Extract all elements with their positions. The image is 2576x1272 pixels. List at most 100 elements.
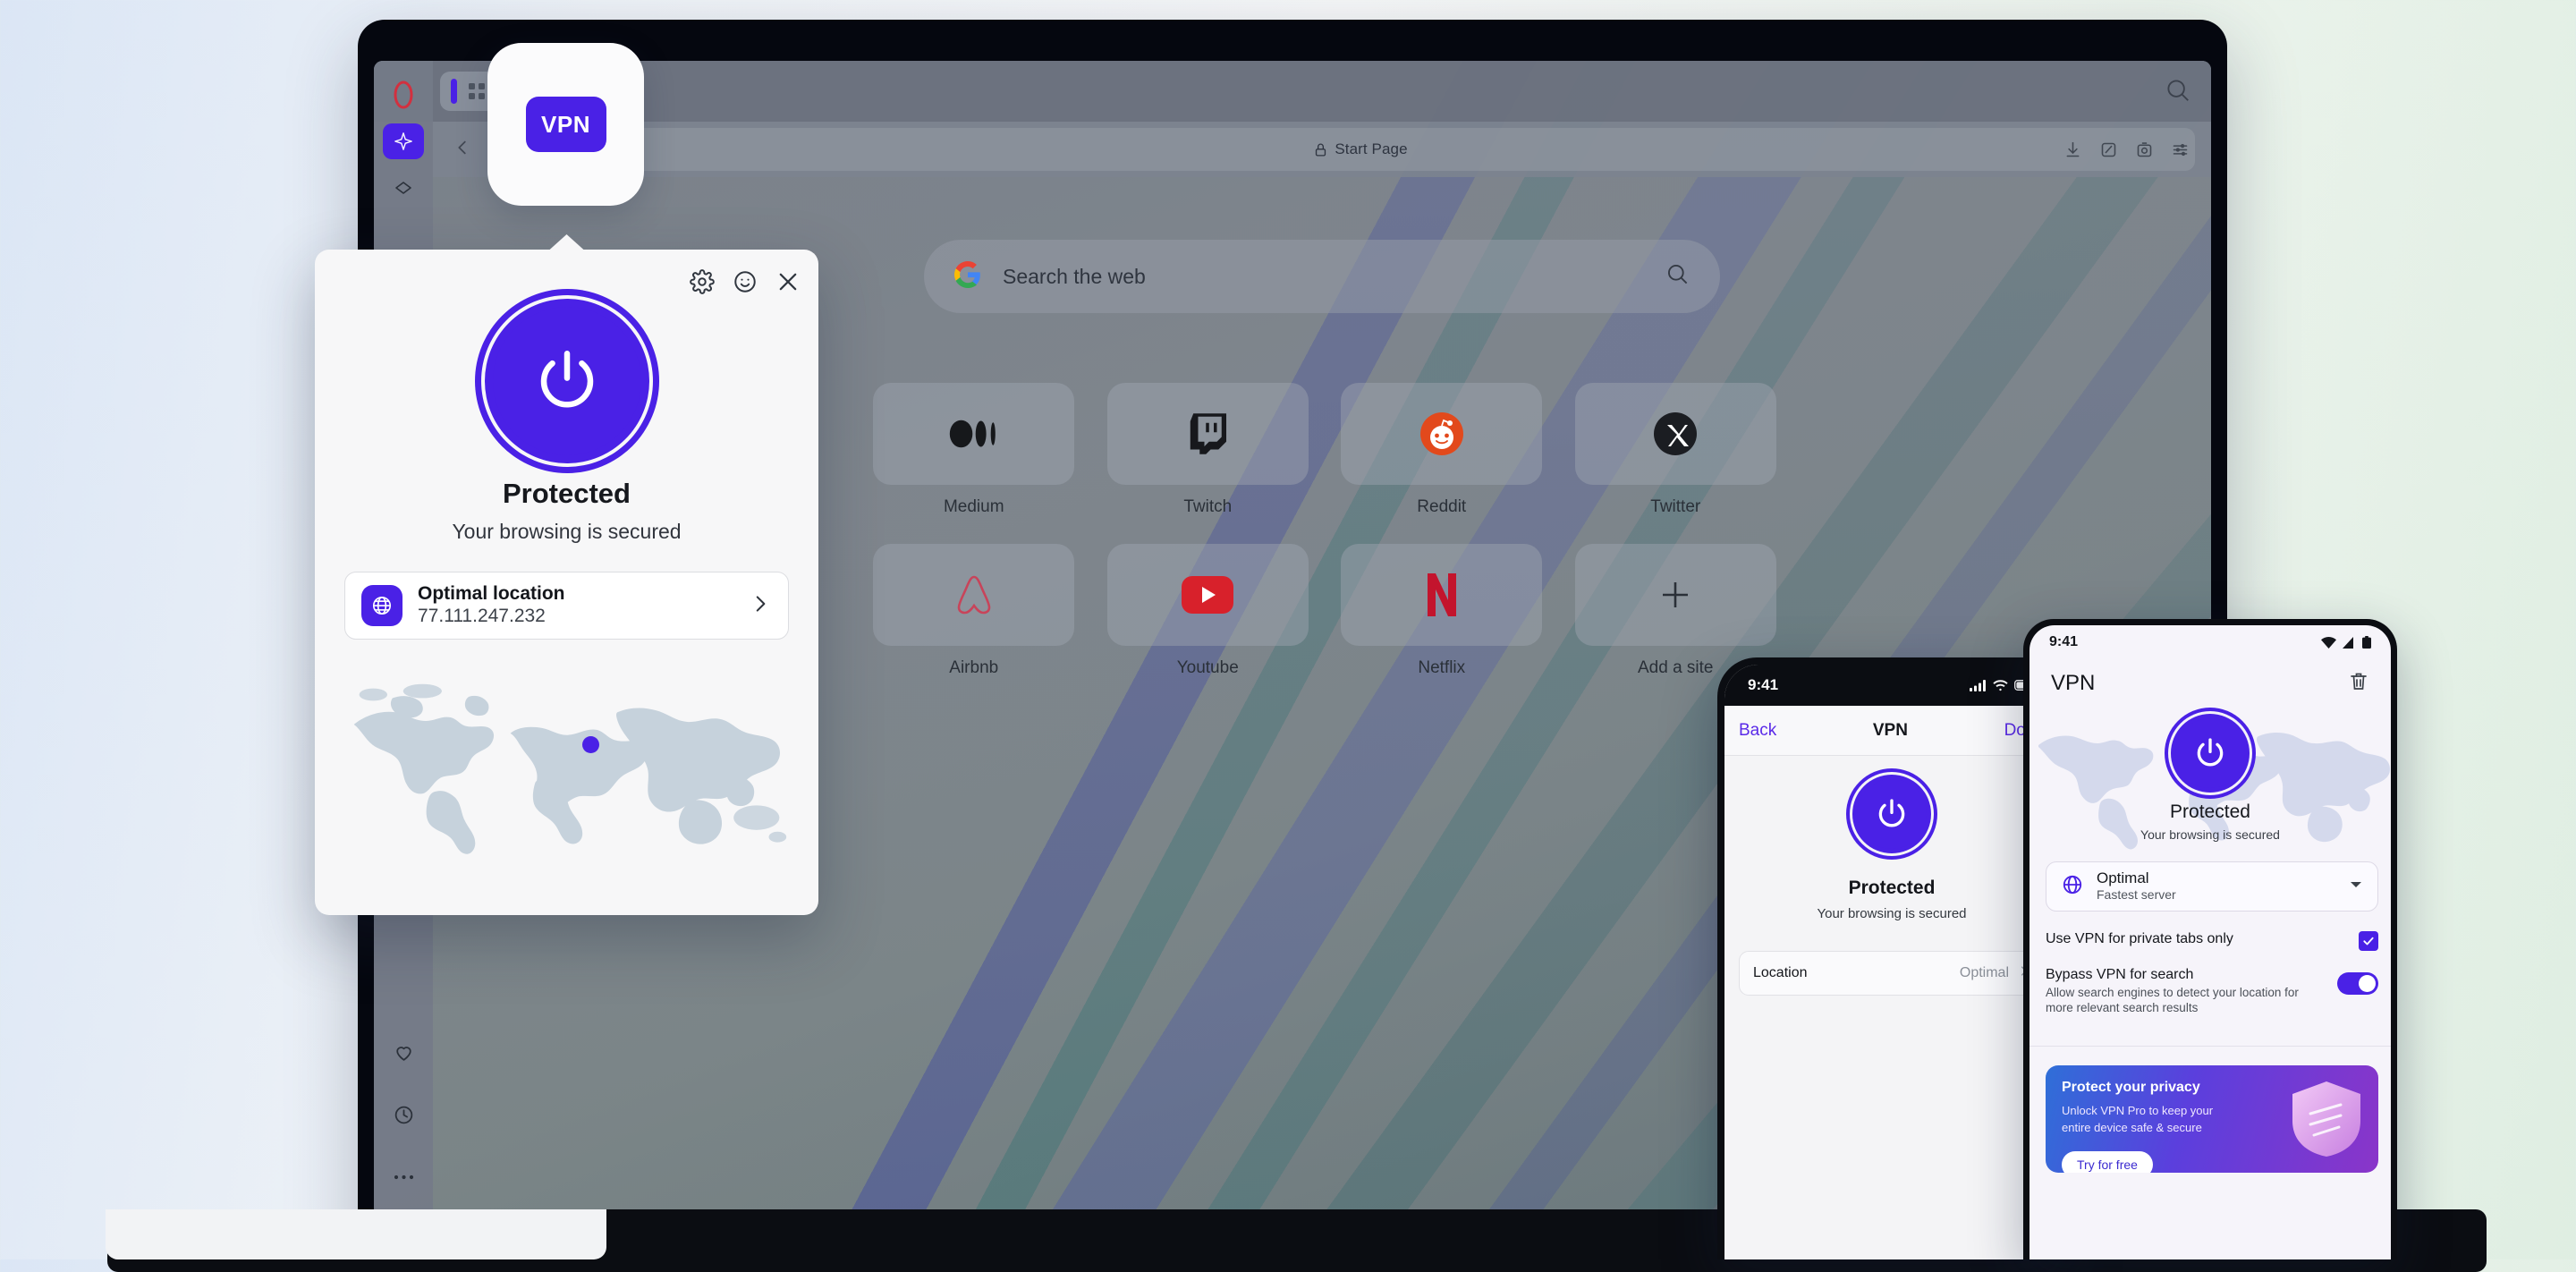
back-button[interactable] xyxy=(453,138,472,162)
android-promo-card[interactable]: Protect your privacy Unlock VPN Pro to k… xyxy=(2046,1065,2378,1173)
speed-dial-label: Reddit xyxy=(1417,497,1467,516)
vpn-location-texts: Optimal location 77.111.247.232 xyxy=(418,583,733,627)
battery-icon xyxy=(2362,636,2371,649)
try-for-free-button[interactable]: Try for free xyxy=(2062,1151,2153,1173)
address-field[interactable]: Start Page xyxy=(526,128,2195,171)
setting-texts: Bypass VPN for search Allow search engin… xyxy=(2046,965,2337,1016)
address-bar-actions xyxy=(2063,140,2190,164)
easy-setup-icon[interactable] xyxy=(2171,140,2190,164)
status-time: 9:41 xyxy=(2049,634,2079,649)
divider xyxy=(2029,1046,2391,1047)
setting-title: Bypass VPN for search xyxy=(2046,967,2194,982)
lock-icon xyxy=(1316,143,1326,157)
speed-dial-label: Youtube xyxy=(1176,658,1239,677)
chevron-down-icon xyxy=(2349,878,2363,896)
google-icon xyxy=(954,260,981,293)
speed-dial-youtube[interactable]: Youtube xyxy=(1106,544,1309,678)
speed-dial-medium[interactable]: Medium xyxy=(873,383,1075,517)
vpn-power-button[interactable] xyxy=(1857,779,1927,849)
iphone-power-wrap xyxy=(1724,779,2059,849)
android-mockup: 9:41 VPN Protected Your browsing is secu… xyxy=(2023,619,2397,1259)
android-setting-private-tabs[interactable]: Use VPN for private tabs only xyxy=(2046,929,2378,951)
snapshot-icon[interactable] xyxy=(2135,140,2154,164)
speed-dial-airbnb[interactable]: Airbnb xyxy=(873,544,1075,678)
vpn-toolbar-badge[interactable]: VPN xyxy=(487,43,644,206)
trash-icon[interactable] xyxy=(2348,671,2369,697)
android-header: VPN xyxy=(2029,659,2391,708)
vpn-power-button-wrap xyxy=(315,307,818,455)
speed-dial-label: Add a site xyxy=(1638,658,1714,677)
world-map xyxy=(338,668,795,874)
address-text: Start Page xyxy=(1335,140,1408,157)
search-icon[interactable] xyxy=(1665,262,1690,291)
vpn-location-row[interactable]: Optimal location 77.111.247.232 xyxy=(344,572,789,640)
vpn-status-subtitle: Your browsing is secured xyxy=(452,520,682,543)
netflix-icon xyxy=(1341,544,1543,646)
vpn-badge-label: VPN xyxy=(525,97,606,152)
tab-search-icon[interactable] xyxy=(2165,77,2191,108)
vpn-status-title: Protected xyxy=(1848,878,1936,898)
setting-title: Use VPN for private tabs only xyxy=(2046,931,2233,946)
tab-grid-icon xyxy=(469,83,485,99)
page-title: VPN xyxy=(2051,671,2096,695)
checkbox-checked[interactable] xyxy=(2359,931,2378,951)
vpn-power-button[interactable] xyxy=(492,307,641,455)
speed-dial-label: Airbnb xyxy=(949,658,999,677)
iphone-status-bar: 9:41 xyxy=(1724,665,2059,706)
diamond-icon[interactable] xyxy=(383,170,424,206)
android-screen: 9:41 VPN Protected Your browsing is secu… xyxy=(2029,625,2391,1259)
location-label: Location xyxy=(1753,965,1808,980)
vpn-popup-header xyxy=(690,269,801,299)
back-button[interactable]: Back xyxy=(1739,721,1776,741)
tab-accent xyxy=(451,79,457,104)
iphone-screen: 9:41 Back VPN Done Protected Your browsi… xyxy=(1724,665,2059,1259)
vpn-popup-panel: Protected Your browsing is secured Optim… xyxy=(315,234,818,915)
extensions-icon[interactable] xyxy=(2099,140,2118,164)
setting-description: Allow search engines to detect your loca… xyxy=(2046,985,2299,1015)
aria-icon[interactable] xyxy=(383,123,424,159)
iphone-location-row[interactable]: Location Optimal xyxy=(1739,951,2045,996)
speed-dial-label: Twitch xyxy=(1183,497,1233,516)
vpn-power-button[interactable] xyxy=(2175,718,2245,788)
wifi-icon xyxy=(1993,679,2008,691)
toggle-on[interactable] xyxy=(2337,972,2378,995)
android-hero: Protected Your browsing is secured xyxy=(2029,708,2391,855)
heart-icon[interactable] xyxy=(383,1034,424,1070)
speed-dial-twitch[interactable]: Twitch xyxy=(1106,383,1309,517)
status-time: 9:41 xyxy=(1748,676,1779,693)
vpn-location-name: Optimal location xyxy=(418,583,565,605)
plus-icon xyxy=(1574,544,1776,646)
speed-dial-reddit[interactable]: Reddit xyxy=(1341,383,1543,517)
shield-icon xyxy=(2287,1078,2366,1165)
speed-dial-label: Medium xyxy=(943,497,1004,516)
android-status-bar: 9:41 xyxy=(2029,625,2391,659)
search-placeholder: Search the web xyxy=(1003,264,1146,288)
smiley-icon[interactable] xyxy=(733,269,758,299)
location-value: Optimal xyxy=(1959,965,2009,980)
gear-icon[interactable] xyxy=(690,269,715,299)
address-bar: Start Page xyxy=(374,122,2211,177)
cellular-icon xyxy=(1970,679,1986,691)
downloads-icon[interactable] xyxy=(2063,140,2082,164)
airbnb-icon xyxy=(873,544,1075,646)
speed-dial-netflix[interactable]: Netflix xyxy=(1341,544,1543,678)
speed-dial-label: Netflix xyxy=(1418,658,1466,677)
vpn-status-subtitle: Your browsing is secured xyxy=(1817,906,1967,921)
android-server-dropdown[interactable]: Optimal Fastest server xyxy=(2046,861,2378,912)
medium-icon xyxy=(873,383,1075,485)
speed-dial-twitter[interactable]: Twitter xyxy=(1574,383,1777,517)
iphone-mockup: 9:41 Back VPN Done Protected Your browsi… xyxy=(1717,657,2066,1259)
close-icon[interactable] xyxy=(775,269,801,299)
globe-icon xyxy=(361,585,402,626)
vpn-status-title: Protected xyxy=(503,478,631,509)
vpn-location-ip: 77.111.247.232 xyxy=(418,606,546,627)
opera-logo[interactable] xyxy=(383,77,424,113)
search-input[interactable]: Search the web xyxy=(924,240,1720,313)
android-setting-bypass-search[interactable]: Bypass VPN for search Allow search engin… xyxy=(2046,965,2378,1016)
clock-icon[interactable] xyxy=(383,1097,424,1132)
signal-icon xyxy=(2343,636,2353,649)
more-icon[interactable] xyxy=(383,1159,424,1195)
server-texts: Optimal Fastest server xyxy=(2097,869,2336,903)
setting-texts: Use VPN for private tabs only xyxy=(2046,929,2359,949)
vpn-status-title: Protected xyxy=(2170,801,2250,822)
